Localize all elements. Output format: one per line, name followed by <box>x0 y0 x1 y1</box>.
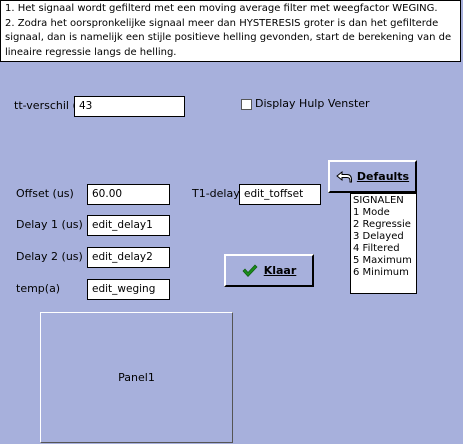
t1-delay-input[interactable]: edit_toffset <box>239 184 321 205</box>
temp-label: temp(a) <box>16 282 61 295</box>
defaults-button-label: Defaults <box>356 170 410 183</box>
display-hulp-checkbox[interactable] <box>241 99 252 110</box>
list-item[interactable]: SIGNALEN <box>353 195 414 207</box>
klaar-button[interactable]: Klaar <box>224 254 314 287</box>
t1-delay-label: T1-delay <box>192 187 240 200</box>
instructions-line-3: signaal, dan is namelijk een stijle posi… <box>5 32 452 43</box>
delay2-label: Delay 2 (us) <box>16 250 83 263</box>
panel1-label: Panel1 <box>118 371 155 384</box>
delay2-input[interactable]: edit_delay2 <box>87 247 170 268</box>
offset-label: Offset (us) <box>16 187 74 200</box>
list-item[interactable]: 4 Filtered <box>353 243 414 255</box>
instructions-memo: 1. Het signaal wordt gefilterd met een m… <box>0 0 461 62</box>
panel1: Panel1 <box>40 312 233 443</box>
defaults-button[interactable]: Defaults <box>328 160 417 193</box>
undo-arrow-icon <box>336 170 352 184</box>
klaar-button-label: Klaar <box>263 264 297 277</box>
display-hulp-label: Display Hulp Venster <box>255 97 370 110</box>
list-item[interactable]: 2 Regressie <box>353 219 414 231</box>
offset-input[interactable]: 60.00 <box>87 184 170 205</box>
list-item[interactable]: 6 Minimum <box>353 267 414 279</box>
delay1-label: Delay 1 (us) <box>16 218 83 231</box>
list-item[interactable]: 5 Maximum <box>353 255 414 267</box>
signalen-listbox[interactable]: SIGNALEN 1 Mode 2 Regressie 3 Delayed 4 … <box>350 193 417 294</box>
checkmark-icon <box>242 263 258 278</box>
list-item[interactable]: 1 Mode <box>353 207 414 219</box>
instructions-line-4: lineaire regressie langs de helling. <box>5 46 177 58</box>
tt-verschil-input[interactable]: 43 <box>74 96 185 117</box>
instructions-line-1: 1. Het signaal wordt gefilterd met een m… <box>5 3 438 14</box>
temp-input[interactable]: edit_weging <box>87 279 170 300</box>
delay1-input[interactable]: edit_delay1 <box>87 215 170 236</box>
list-item[interactable]: 3 Delayed <box>353 231 414 243</box>
instructions-line-2: 2. Zodra het oorspronkelijke signaal mee… <box>5 17 439 29</box>
